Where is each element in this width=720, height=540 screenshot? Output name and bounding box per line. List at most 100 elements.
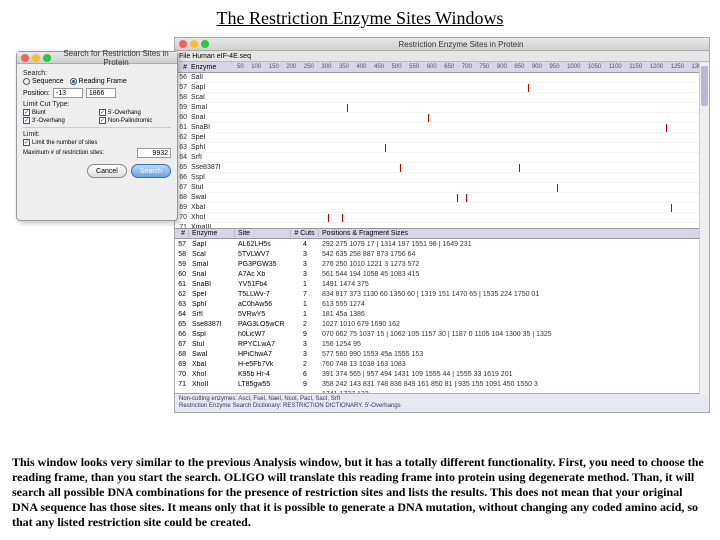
map-row[interactable]: 70XhoI bbox=[175, 213, 709, 223]
map-row-track bbox=[233, 163, 709, 172]
radio-sequence[interactable]: Sequence bbox=[23, 78, 64, 85]
map-row[interactable]: 65Sse8387I bbox=[175, 163, 709, 173]
map-row-enzyme: SpeI bbox=[189, 134, 233, 141]
map-row[interactable]: 56SalI bbox=[175, 73, 709, 83]
cell-cuts: 3 bbox=[291, 351, 319, 358]
cell-positions: 276 250 1010 1221 3 1273 572 bbox=[319, 261, 709, 268]
map-row-track bbox=[233, 73, 709, 82]
check-limit-sites[interactable]: ✓Limit the number of sites bbox=[23, 139, 171, 146]
cell-cuts: 1 bbox=[291, 301, 319, 308]
map-row-enzyme: StuI bbox=[189, 184, 233, 191]
map-row-enzyme: Sse8387I bbox=[189, 164, 233, 171]
minimize-icon[interactable] bbox=[190, 40, 198, 48]
cell-num: 68 bbox=[175, 351, 189, 358]
map-row-enzyme: XhoI bbox=[189, 214, 233, 221]
search-window-controls[interactable] bbox=[21, 54, 51, 62]
map-row-enzyme: SnaBI bbox=[189, 124, 233, 131]
table-row[interactable]: 60SnaIA7Ac Xb3561 544 194 1058 45 1083 4… bbox=[175, 269, 709, 279]
cell-num: 57 bbox=[175, 241, 189, 248]
map-row[interactable]: 58ScaI bbox=[175, 93, 709, 103]
position-from-input[interactable] bbox=[53, 88, 83, 98]
table-row[interactable]: 58ScaI5TVLWV73542 635 258 887 873 1756 6… bbox=[175, 249, 709, 259]
checkbox-icon: ✓ bbox=[23, 109, 30, 116]
cell-cuts: 3 bbox=[291, 271, 319, 278]
max-sites-input[interactable] bbox=[137, 148, 171, 158]
map-row[interactable]: 62SpeI bbox=[175, 133, 709, 143]
map-row[interactable]: 61SnaBI bbox=[175, 123, 709, 133]
th-site[interactable]: Site bbox=[235, 230, 291, 237]
footer-line2: Restriction Enzyme Search Dictionary: RE… bbox=[179, 403, 705, 410]
cell-enzyme: ScaI bbox=[189, 251, 235, 258]
slide-title: The Restriction Enzyme Sites Windows bbox=[0, 0, 720, 33]
table-row[interactable]: 62SpeIT5LLWv-77834 817 373 1130 60 1350 … bbox=[175, 289, 709, 299]
check-5overhang[interactable]: ✓5'-Overhang bbox=[99, 109, 171, 116]
position-label: Position: bbox=[23, 90, 50, 97]
cell-site: T5LLWv-7 bbox=[235, 291, 291, 298]
map-row[interactable]: 57SapI bbox=[175, 83, 709, 93]
table-row[interactable]: 66SspIh0LicW79070 062 75 1037 15 | 1062 … bbox=[175, 329, 709, 339]
cell-positions: 1027 1010 679 1690 162 bbox=[319, 321, 709, 328]
th-enzyme[interactable]: Enzyme bbox=[189, 230, 235, 237]
cell-positions: 760 748 13 1038 163 1083 bbox=[319, 361, 709, 368]
table-row[interactable]: 59SmaIPG3PGW353276 250 1010 1221 3 1273 … bbox=[175, 259, 709, 269]
minimize-icon[interactable] bbox=[32, 54, 40, 62]
th-positions[interactable]: Positions & Fragment Sizes bbox=[319, 230, 709, 237]
site-tick-icon bbox=[347, 104, 348, 112]
check-3overhang[interactable]: ✓3'-Overhang bbox=[23, 117, 95, 124]
map-row[interactable]: 59SmaI bbox=[175, 103, 709, 113]
close-icon[interactable] bbox=[21, 54, 29, 62]
table-row[interactable]: 71XhoIILT85gw559358 242 143 831 748 836 … bbox=[175, 379, 709, 389]
table-row[interactable]: 64SrfI5VRwY51181 45a 1386 bbox=[175, 309, 709, 319]
table-row[interactable]: 68SwaIHPiChwA73577 560 990 1553 45a 1555… bbox=[175, 349, 709, 359]
cell-cuts: 9 bbox=[291, 331, 319, 338]
cell-positions: 181 45a 1386 bbox=[319, 311, 709, 318]
cell-cuts: 9 bbox=[291, 381, 319, 388]
cell-enzyme: XhoI bbox=[189, 371, 235, 378]
table-row[interactable]: 69XbaIH-e5Fb7Vk2760 748 13 1038 163 1083 bbox=[175, 359, 709, 369]
map-row[interactable]: 63SphI bbox=[175, 143, 709, 153]
vertical-scrollbar[interactable] bbox=[699, 62, 709, 394]
cancel-button[interactable]: Cancel bbox=[87, 164, 127, 178]
radio-icon bbox=[23, 78, 30, 85]
table-row[interactable]: 61SnaBIYV51Fb411491 1474 375 bbox=[175, 279, 709, 289]
cell-positions: 391 374 565 | 957 494 1431 109 1555 44 |… bbox=[319, 371, 709, 378]
map-row[interactable]: 68SwaI bbox=[175, 193, 709, 203]
position-to-input[interactable] bbox=[86, 88, 116, 98]
map-row-track bbox=[233, 123, 709, 132]
zoom-icon[interactable] bbox=[201, 40, 209, 48]
table-body: 57SapIAL62LH5s4292 275 1079 17 | 1314 19… bbox=[175, 239, 709, 393]
slide-caption: This window looks very similar to the pr… bbox=[12, 455, 708, 530]
check-nonpalin-label: Non-Palindromic bbox=[108, 118, 152, 124]
table-row[interactable]: 63SphIaC0hAw561613 555 1274 bbox=[175, 299, 709, 309]
map-row-enzyme: ScaI bbox=[189, 94, 233, 101]
zoom-icon[interactable] bbox=[43, 54, 51, 62]
th-cuts[interactable]: # Cuts bbox=[291, 230, 319, 237]
window-controls[interactable] bbox=[179, 40, 209, 48]
table-row[interactable]: 65Sse8387IPAG3LO5wCR21027 1010 679 1690 … bbox=[175, 319, 709, 329]
map-row[interactable]: 71XmaIII bbox=[175, 223, 709, 228]
map-row[interactable]: 64SrfI bbox=[175, 153, 709, 163]
search-button[interactable]: Search bbox=[131, 164, 171, 178]
table-row[interactable]: 70XhoIK95b Hr-46391 374 565 | 957 494 14… bbox=[175, 369, 709, 379]
cell-num: 63 bbox=[175, 301, 189, 308]
th-num[interactable]: # bbox=[175, 230, 189, 237]
check-limit-sites-label: Limit the number of sites bbox=[32, 140, 97, 146]
radio-reading-frame[interactable]: Reading Frame bbox=[70, 78, 127, 85]
check-nonpalin[interactable]: ✓Non-Palindromic bbox=[99, 117, 171, 124]
site-tick-icon bbox=[428, 114, 429, 122]
map-row-track bbox=[233, 143, 709, 152]
site-tick-icon bbox=[528, 84, 529, 92]
table-row[interactable]: 67StuIRPYCLwA73156 1254 95 bbox=[175, 339, 709, 349]
map-row[interactable]: 60SnaI bbox=[175, 113, 709, 123]
scroll-thumb[interactable] bbox=[701, 66, 708, 106]
map-row-track bbox=[233, 213, 709, 222]
cell-enzyme: XbaI bbox=[189, 361, 235, 368]
map-row[interactable]: 67StuI bbox=[175, 183, 709, 193]
map-row[interactable]: 66SspI bbox=[175, 173, 709, 183]
map-row[interactable]: 69XbaI bbox=[175, 203, 709, 213]
close-icon[interactable] bbox=[179, 40, 187, 48]
table-row[interactable]: 57SapIAL62LH5s4292 275 1079 17 | 1314 19… bbox=[175, 239, 709, 249]
check-blunt[interactable]: ✓Blunt bbox=[23, 109, 95, 116]
cell-site: PAG3LO5wCR bbox=[235, 321, 291, 328]
cell-num: 61 bbox=[175, 281, 189, 288]
